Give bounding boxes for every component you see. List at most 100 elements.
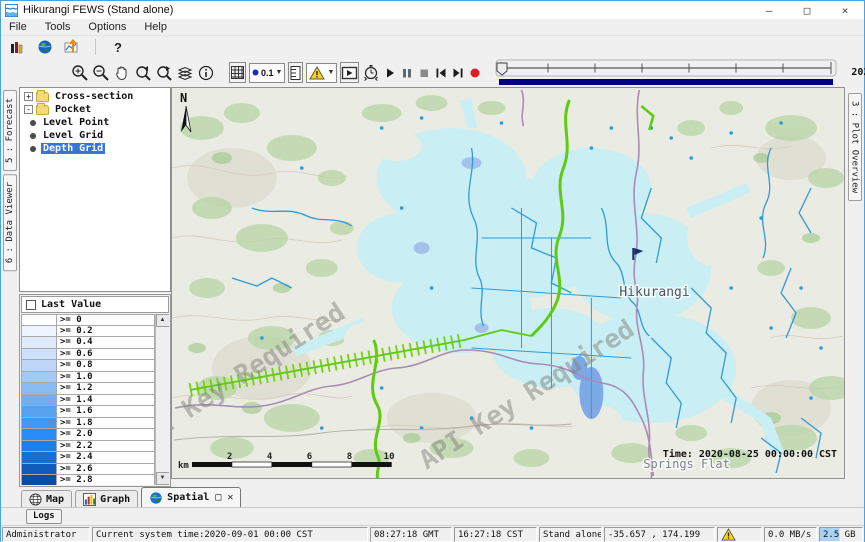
skip-start-icon [434, 66, 448, 80]
tree-node-pocket[interactable]: - Pocket [20, 103, 170, 116]
last-value-label: Last Value [41, 299, 101, 310]
animation-play-window-button[interactable] [340, 62, 359, 83]
go-to-start-button[interactable] [434, 62, 448, 83]
warning-levels-dropdown[interactable]: ▼ [306, 63, 337, 83]
legend-row[interactable]: >= 1.2 [21, 383, 155, 395]
tree-node-level-point[interactable]: Level Point [20, 116, 170, 129]
skip-end-icon [451, 66, 465, 80]
help-icon: ? [114, 40, 122, 55]
tree-node-label[interactable]: Level Point [41, 117, 111, 128]
zoom-out-button[interactable] [92, 62, 110, 83]
play-button[interactable] [383, 62, 397, 83]
maximize-button[interactable]: □ [788, 1, 826, 19]
tree-node-label[interactable]: Pocket [53, 104, 93, 115]
logs-button[interactable]: Logs [26, 509, 62, 524]
legend-row[interactable]: >= 1.0 [21, 372, 155, 384]
log-bars-icon [9, 39, 25, 55]
tree-node-label[interactable]: Level Grid [41, 130, 105, 141]
map-canvas[interactable]: API Key Required API Key Required Hikura… [171, 87, 845, 479]
legend-row[interactable]: >= 0.8 [21, 360, 155, 372]
tree-node-label[interactable]: Cross-section [53, 91, 135, 102]
legend-row[interactable]: >= 0.6 [21, 349, 155, 361]
legend-row[interactable]: >= 0.2 [21, 326, 155, 338]
legend-label: >= 0.6 [57, 349, 155, 361]
status-warning-cell[interactable] [717, 527, 762, 542]
legend-row[interactable]: >= 2.0 [21, 429, 155, 441]
info-button[interactable] [197, 62, 215, 83]
legend-row[interactable]: >= 2.8 [21, 475, 155, 485]
expand-icon[interactable]: + [24, 92, 33, 101]
map-viewport[interactable]: API Key Required API Key Required Hikura… [171, 87, 845, 487]
legend-row[interactable]: >= 0.4 [21, 337, 155, 349]
legend-row[interactable]: >= 2.4 [21, 452, 155, 464]
minimize-button[interactable]: – [750, 1, 788, 19]
ruler-icon [289, 65, 302, 81]
legend-swatch [21, 395, 57, 407]
legend-rows: >= 0 >= 0.2 >= 0.4 >= 0.6 >= 0.8 >= 1.0 … [21, 314, 155, 485]
map-display-button[interactable] [35, 38, 55, 56]
animation-settings-button[interactable] [362, 62, 380, 83]
grid-layer-toggle-button[interactable] [229, 62, 246, 83]
legend-label: >= 2.8 [57, 475, 155, 485]
status-memory: 2.5 GB [819, 527, 863, 542]
contour-threshold-dropdown[interactable]: 0.1 ▼ [249, 63, 285, 83]
pause-button[interactable] [400, 62, 414, 83]
zoom-in-button[interactable] [71, 62, 89, 83]
stop-button[interactable] [417, 62, 431, 83]
tab-float-icon[interactable]: □ [215, 492, 221, 503]
timeline-thumb[interactable] [497, 63, 507, 75]
tab-data-viewer[interactable]: 6 : Data Viewer [3, 174, 17, 271]
chart-display-button[interactable] [63, 38, 83, 56]
logs-display-button[interactable] [7, 38, 27, 56]
zoom-next-button[interactable] [155, 62, 173, 83]
help-button[interactable]: ? [108, 38, 128, 56]
tab-spatial[interactable]: Spatial □ ✕ [141, 487, 241, 507]
layers-button[interactable] [176, 62, 194, 83]
tab-plot-overview[interactable]: 3 : Plot Overview [848, 93, 862, 201]
legend-swatch [21, 314, 57, 326]
tab-graph[interactable]: Graph [75, 490, 138, 507]
go-to-end-button[interactable] [451, 62, 465, 83]
globe-icon [37, 39, 53, 55]
legend-row[interactable]: >= 2.2 [21, 441, 155, 453]
legend-row[interactable]: >= 1.6 [21, 406, 155, 418]
left-panel: + Cross-section - Pocket Level Point Lev… [19, 87, 171, 487]
tab-map[interactable]: Map [21, 490, 72, 507]
scroll-up-icon[interactable]: ▲ [156, 314, 170, 327]
legend-scrollbar[interactable]: ▲ ▼ [155, 314, 169, 485]
close-button[interactable]: × [826, 1, 864, 19]
menu-tools[interactable]: Tools [43, 20, 73, 34]
tree-node-level-grid[interactable]: Level Grid [20, 129, 170, 142]
legend-row[interactable]: >= 2.6 [21, 464, 155, 476]
collapse-icon[interactable]: - [24, 105, 33, 114]
folder-icon [36, 92, 49, 102]
legend-row[interactable]: >= 1.4 [21, 395, 155, 407]
info-icon [197, 64, 215, 82]
legend-swatch [21, 464, 57, 476]
tree-node-depth-grid[interactable]: Depth Grid [20, 142, 170, 155]
zoom-previous-button[interactable] [134, 62, 152, 83]
bullet-icon [30, 146, 36, 152]
tab-close-icon[interactable]: ✕ [227, 492, 233, 503]
timeline-slider[interactable] [495, 59, 843, 87]
warning-triangle-icon [721, 528, 736, 541]
menu-options[interactable]: Options [86, 20, 128, 34]
status-download-speed: 0.0 MB/s [764, 527, 817, 542]
scale-ruler-button[interactable] [288, 62, 303, 83]
folder-icon [36, 105, 49, 115]
menu-help[interactable]: Help [142, 20, 169, 34]
legend-row[interactable]: >= 0 [21, 314, 155, 326]
fews-logo-icon [5, 4, 18, 17]
title-bar: Hikurangi FEWS (Stand alone) – □ × [1, 1, 864, 19]
last-value-checkbox[interactable] [26, 300, 36, 310]
record-button[interactable] [468, 62, 482, 83]
legend-row[interactable]: >= 1.8 [21, 418, 155, 430]
menu-file[interactable]: File [7, 20, 29, 34]
pan-button[interactable] [113, 62, 131, 83]
tab-forecast[interactable]: 5 : Forecast [3, 90, 17, 171]
scale-tick: 8 [347, 452, 352, 462]
tree-node-cross-section[interactable]: + Cross-section [20, 90, 170, 103]
scroll-down-icon[interactable]: ▼ [156, 472, 170, 485]
legend-label: >= 2.0 [57, 429, 155, 441]
tree-node-label-selected[interactable]: Depth Grid [41, 143, 105, 154]
